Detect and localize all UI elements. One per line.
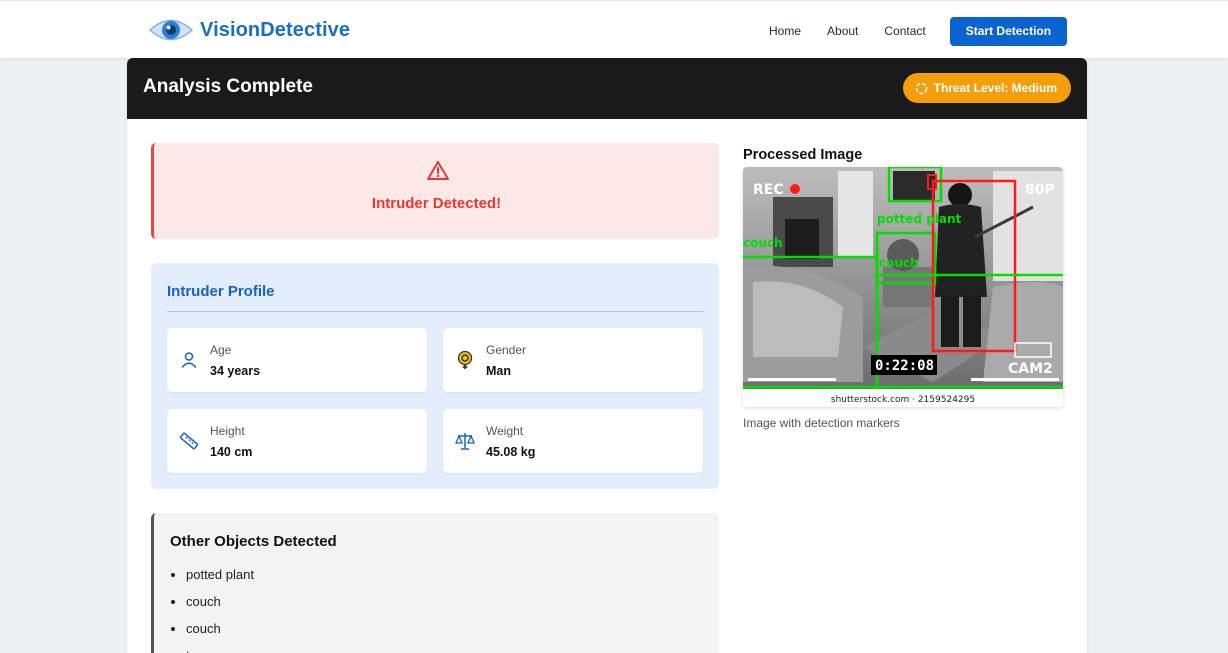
profile-title: Intruder Profile [167, 283, 275, 300]
brand-name: VisionDetective [200, 18, 351, 41]
cctv-image: potted plant couch couch REC 80P 0:22:08… [743, 167, 1063, 407]
camera-text: CAM2 [1008, 361, 1053, 377]
weight-card: Weight 45.08 kg [443, 409, 703, 473]
warning-triangle-icon [427, 161, 449, 180]
analysis-header: Analysis Complete Threat Level: Medium [127, 58, 1087, 119]
gender-label: Gender [486, 343, 527, 357]
eye-logo-icon [148, 19, 194, 41]
male-symbol-icon [457, 350, 473, 369]
rec-text: REC [753, 182, 784, 198]
target-icon [915, 82, 927, 94]
weight-label: Weight [486, 424, 524, 438]
list-item: potted plant [186, 567, 254, 594]
list-item: couch [186, 621, 254, 648]
profile-divider [167, 311, 703, 312]
image-caption: Image with detection markers [743, 416, 900, 430]
threat-level-badge: Threat Level: Medium [902, 73, 1071, 103]
other-objects-title: Other Objects Detected [170, 533, 337, 550]
threat-level-text: Threat Level: Medium [933, 81, 1057, 95]
timestamp-text: 0:22:08 [875, 358, 934, 374]
other-objects-panel: Other Objects Detected potted plant couc… [151, 513, 719, 653]
brand-logo[interactable]: VisionDetective [148, 13, 350, 47]
nav-about-link[interactable]: About [814, 17, 871, 46]
nav-contact-link[interactable]: Contact [871, 17, 938, 46]
gender-card: Gender Man [443, 328, 703, 392]
main-nav: Home About Contact Start Detection [756, 17, 1068, 46]
intruder-profile: Intruder Profile Age 34 years Gender Man [151, 263, 719, 489]
scale-icon [455, 433, 475, 450]
age-label: Age [210, 343, 232, 357]
start-detection-button[interactable]: Start Detection [949, 17, 1068, 46]
height-card: Height 140 cm [167, 409, 427, 473]
label-potted-plant: potted plant [877, 212, 962, 226]
processed-image-title: Processed Image [743, 147, 863, 163]
watermark-text: shutterstock.com · 2159524295 [831, 395, 975, 405]
top-navbar: VisionDetective Home About Contact Start… [0, 0, 1228, 58]
age-value: 34 years [210, 364, 261, 378]
nav-home-link[interactable]: Home [756, 17, 814, 46]
analysis-card: Analysis Complete Threat Level: Medium I… [127, 58, 1087, 653]
resolution-text: 80P [1025, 182, 1055, 198]
ruler-icon [179, 432, 199, 450]
height-value: 140 cm [210, 445, 253, 459]
intruder-alert: Intruder Detected! [151, 143, 719, 239]
list-item: couch [186, 594, 254, 621]
label-couch-left: couch [743, 236, 783, 250]
objects-list: potted plant couch couch tv [186, 567, 254, 653]
label-couch-mid: couch [879, 256, 919, 270]
height-label: Height [210, 424, 245, 438]
weight-value: 45.08 kg [486, 445, 536, 459]
list-item: tv [186, 648, 254, 653]
age-card: Age 34 years [167, 328, 427, 392]
gender-value: Man [486, 364, 511, 378]
person-icon [181, 352, 197, 368]
processed-image: potted plant couch couch REC 80P 0:22:08… [743, 167, 1063, 407]
alert-message: Intruder Detected! [371, 195, 502, 212]
rec-dot-icon [790, 184, 800, 194]
page-title: Analysis Complete [143, 76, 313, 97]
